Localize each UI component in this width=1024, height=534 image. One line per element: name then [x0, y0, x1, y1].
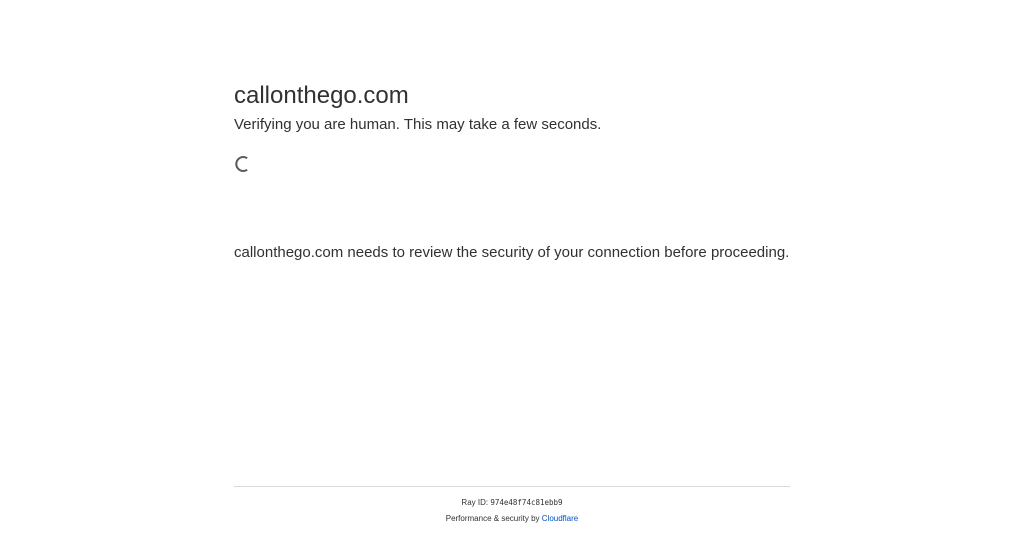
- ray-id-label: Ray ID:: [461, 498, 489, 507]
- page-title: callonthego.com: [234, 82, 409, 109]
- ray-id-line: Ray ID: 974e48f74c81ebb9: [234, 498, 790, 508]
- main-content: callonthego.com Verifying you are human.…: [234, 80, 794, 261]
- verification-subtitle: Verifying you are human. This may take a…: [234, 116, 602, 133]
- performance-label: Performance & security by: [445, 514, 540, 523]
- security-message: callonthego.com needs to review the secu…: [234, 244, 790, 261]
- footer: Ray ID: 974e48f74c81ebb9 Performance & s…: [234, 486, 790, 524]
- ray-id-value: 974e48f74c81ebb9: [490, 498, 563, 507]
- page: callonthego.com Verifying you are human.…: [0, 0, 1024, 534]
- cloudflare-link[interactable]: Cloudflare: [542, 514, 578, 523]
- loading-spinner-icon: [234, 155, 252, 173]
- performance-line: Performance & security by Cloudflare: [234, 514, 790, 524]
